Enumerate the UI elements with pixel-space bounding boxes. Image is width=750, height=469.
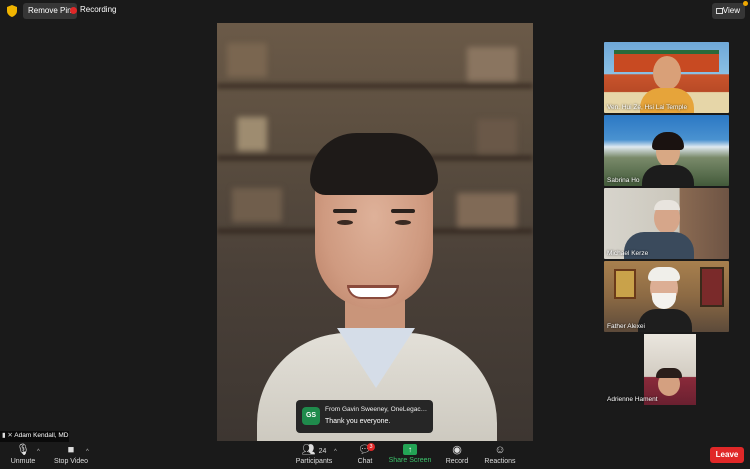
participant-clothes: [638, 309, 692, 332]
participant-face: [653, 56, 681, 90]
participants-icon: 👥︎ 24: [301, 444, 327, 456]
participant-tile[interactable]: Adrienne Hament: [604, 334, 729, 405]
book-blur: [237, 117, 267, 151]
sender-avatar: GS: [302, 407, 320, 425]
participant-name: Michael Kerze: [607, 250, 649, 257]
participant-name: Adrienne Hament: [607, 396, 658, 403]
participant-tile[interactable]: Sabrina Ho: [604, 115, 729, 186]
icon-painting: [614, 269, 636, 299]
book-blur: [457, 193, 517, 227]
video-options-chevron-icon[interactable]: ^: [86, 449, 89, 455]
share-screen-icon: ↑: [403, 444, 417, 455]
speaker-hair: [310, 133, 438, 195]
record-label: Record: [445, 458, 469, 465]
share-screen-label: Share Screen: [388, 457, 432, 464]
participant-tile[interactable]: Father Alexei: [604, 261, 729, 332]
unmute-button[interactable]: 🎙︎ Unmute: [8, 444, 38, 465]
book-blur: [477, 119, 517, 153]
recording-label: Recording: [80, 5, 117, 14]
speaker-smile: [347, 285, 399, 299]
icon-painting: [700, 267, 724, 307]
top-bar: Remove Pin Recording View: [0, 0, 750, 22]
book-blur: [227, 43, 267, 77]
leave-button[interactable]: Leave: [710, 447, 744, 463]
speaker-brow: [391, 209, 415, 213]
participant-count: 24: [318, 448, 327, 455]
participant-hair: [652, 132, 684, 150]
participant-clothes: [642, 165, 694, 186]
unmute-label: Unmute: [10, 458, 36, 465]
record-button[interactable]: ◉ Record: [443, 444, 471, 465]
remove-pin-button[interactable]: Remove Pin: [23, 3, 77, 19]
participant-name: Father Alexei: [607, 323, 645, 330]
participant-hair: [648, 267, 680, 281]
grid-icon: [716, 8, 723, 14]
chat-unread-badge: 3: [367, 443, 375, 451]
chat-sender: From Gavin Sweeney, OneLegacy t...: [325, 406, 429, 413]
record-icon: ◉: [452, 444, 462, 456]
chat-notification[interactable]: GS From Gavin Sweeney, OneLegacy t... Th…: [296, 400, 433, 433]
mic-off-icon: 🎙︎: [16, 444, 30, 456]
recording-dot-icon: [70, 7, 77, 14]
video-camera-icon: ■: [67, 444, 75, 456]
speaker-eye: [337, 220, 353, 225]
chat-message: Thank you everyone.: [325, 418, 391, 425]
stop-video-label: Stop Video: [53, 458, 89, 465]
self-name: Adam Kendall, MD: [14, 432, 69, 439]
share-screen-button[interactable]: ↑ Share Screen: [388, 444, 432, 464]
stop-video-button[interactable]: ■ Stop Video: [52, 444, 90, 465]
reactions-button[interactable]: ☺ Reactions: [483, 444, 517, 465]
mic-muted-icon: ✕: [7, 432, 13, 439]
book-blur: [467, 47, 517, 81]
reactions-smiley-icon: ☺: [494, 444, 506, 456]
participant-hair: [656, 368, 682, 378]
speaker-brow: [333, 209, 357, 213]
participants-button[interactable]: 👥︎ 24 Participants: [293, 444, 335, 465]
notification-dot-icon: [743, 1, 748, 6]
view-button[interactable]: View: [712, 3, 745, 19]
participant-name: Sabrina Ho: [607, 177, 640, 184]
participants-label: Participants: [295, 458, 333, 465]
participant-tile[interactable]: Michael Kerze: [604, 188, 729, 259]
self-nameplate: ▮ ✕ Adam Kendall, MD: [0, 431, 69, 442]
participant-tile[interactable]: Ven. Hui Ze, Hsi Lai Temple: [604, 42, 729, 113]
signal-icon: ▮: [2, 432, 6, 439]
security-shield-icon[interactable]: [7, 5, 17, 17]
participant-beard: [652, 293, 676, 309]
participant-name: Ven. Hui Ze, Hsi Lai Temple: [607, 104, 688, 111]
participant-hair: [654, 200, 680, 210]
participants-options-chevron-icon[interactable]: ^: [334, 449, 337, 455]
book-blur: [232, 188, 282, 222]
active-speaker-video[interactable]: [217, 23, 533, 441]
chat-label: Chat: [357, 458, 373, 465]
bookshelf-blur: [217, 83, 533, 89]
speaker-eye: [395, 220, 411, 225]
audio-options-chevron-icon[interactable]: ^: [37, 449, 40, 455]
reactions-label: Reactions: [484, 458, 516, 465]
view-label: View: [722, 6, 740, 15]
